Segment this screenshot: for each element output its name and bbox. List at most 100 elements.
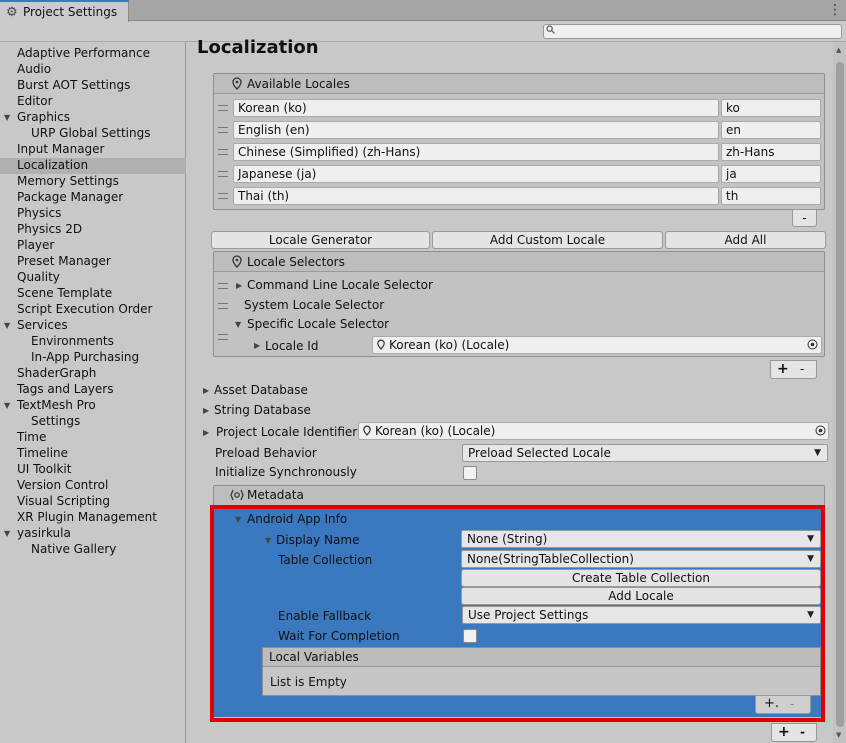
drag-handle-icon[interactable]	[218, 149, 228, 155]
scroll-up-icon[interactable]: ▲	[836, 46, 841, 54]
sidebar-item-player[interactable]: Player	[17, 237, 54, 253]
sidebar-item-native-gallery[interactable]: Native Gallery	[31, 541, 116, 557]
sidebar-item-input-manager[interactable]: Input Manager	[17, 141, 105, 157]
sidebar-item-adaptive-performance[interactable]: Adaptive Performance	[17, 45, 150, 61]
expand-graphics-icon[interactable]: ▼	[4, 114, 12, 122]
preload-behavior-value: Preload Selected Locale	[468, 446, 611, 460]
page-title: Localization	[197, 37, 319, 58]
sidebar-item-shadergraph[interactable]: ShaderGraph	[17, 365, 96, 381]
expand-yasirkula-icon[interactable]: ▼	[4, 530, 12, 538]
sidebar-item-package-manager[interactable]: Package Manager	[17, 189, 123, 205]
metadata-icon	[230, 488, 244, 502]
remove-metadata-button[interactable]: -	[800, 724, 805, 740]
expand-arrow-icon[interactable]: ▶	[203, 407, 211, 415]
sidebar-item-urp[interactable]: URP Global Settings	[31, 125, 150, 141]
drag-handle-icon[interactable]	[218, 105, 228, 111]
collapse-arrow-icon[interactable]: ▼	[235, 321, 243, 329]
drag-handle-icon[interactable]	[218, 171, 228, 177]
project-locale-identifier-label[interactable]: Project Locale Identifier	[216, 424, 357, 440]
object-picker-icon[interactable]	[815, 425, 826, 436]
drag-handle-icon[interactable]	[218, 193, 228, 199]
locale-code-field[interactable]: en	[721, 121, 821, 139]
sidebar-item-preset-manager[interactable]: Preset Manager	[17, 253, 111, 269]
project-locale-identifier-field[interactable]: Korean (ko) (Locale)	[358, 422, 829, 440]
object-picker-icon[interactable]	[807, 339, 818, 350]
tab-project-settings[interactable]: ⚙ Project Settings	[0, 0, 129, 22]
command-line-selector[interactable]: Command Line Locale Selector	[247, 277, 433, 293]
highlight-box	[210, 505, 825, 722]
metadata-title: Metadata	[247, 488, 304, 502]
sidebar-item-environments[interactable]: Environments	[31, 333, 114, 349]
sidebar-item-quality[interactable]: Quality	[17, 269, 60, 285]
preload-behavior-dropdown[interactable]: Preload Selected Locale ▼	[462, 444, 828, 462]
add-all-button[interactable]: Add All	[665, 231, 826, 249]
sidebar-item-tmp-settings[interactable]: Settings	[31, 413, 80, 429]
pin-icon	[363, 425, 371, 439]
sidebar-item-burst[interactable]: Burst AOT Settings	[17, 77, 130, 93]
drag-handle-icon[interactable]	[218, 127, 228, 133]
sidebar-item-graphics[interactable]: Graphics	[17, 109, 70, 125]
sidebar-item-time[interactable]: Time	[17, 429, 46, 445]
sidebar-item-textmesh[interactable]: TextMesh Pro	[17, 397, 96, 413]
expand-arrow-icon[interactable]: ▶	[236, 282, 244, 290]
add-selector-button[interactable]: +	[777, 361, 789, 377]
locale-code-field[interactable]: ja	[721, 165, 821, 183]
chevron-down-icon: ▼	[814, 448, 821, 458]
sidebar-item-services[interactable]: Services	[17, 317, 68, 333]
system-selector[interactable]: System Locale Selector	[244, 297, 384, 313]
locale-generator-button[interactable]: Locale Generator	[211, 231, 430, 249]
sidebar-item-visual-scripting[interactable]: Visual Scripting	[17, 493, 110, 509]
sidebar-item-editor[interactable]: Editor	[17, 93, 53, 109]
kebab-menu-icon[interactable]: ⋮	[828, 2, 842, 18]
locale-id-label: Locale Id	[265, 339, 319, 353]
sidebar-item-xr[interactable]: XR Plugin Management	[17, 509, 157, 525]
string-database-foldout[interactable]: String Database	[214, 402, 311, 418]
asset-database-foldout[interactable]: Asset Database	[214, 382, 308, 398]
expand-arrow-icon[interactable]: ▶	[203, 387, 211, 395]
locale-id-field[interactable]: Korean (ko) (Locale)	[372, 336, 822, 354]
sidebar-item-version-control[interactable]: Version Control	[17, 477, 108, 493]
sidebar-item-yasirkula[interactable]: yasirkula	[17, 525, 71, 541]
drag-handle-icon[interactable]	[218, 334, 228, 340]
expand-textmesh-icon[interactable]: ▼	[4, 402, 12, 410]
drag-handle-icon[interactable]	[218, 303, 228, 309]
locale-name-field[interactable]: Thai (th)	[233, 187, 719, 205]
locale-selectors-title: Locale Selectors	[247, 255, 345, 269]
locale-code-field[interactable]: ko	[721, 99, 821, 117]
locale-code-field[interactable]: th	[721, 187, 821, 205]
sidebar-item-audio[interactable]: Audio	[17, 61, 51, 77]
scrollbar-thumb[interactable]	[836, 62, 844, 727]
add-custom-locale-button[interactable]: Add Custom Locale	[432, 231, 663, 249]
expand-services-icon[interactable]: ▼	[4, 322, 12, 330]
add-metadata-button[interactable]: +	[778, 724, 790, 740]
drag-handle-icon[interactable]	[218, 283, 228, 289]
sidebar-item-physics[interactable]: Physics	[17, 205, 61, 221]
search-input[interactable]	[543, 24, 842, 39]
locale-name-field[interactable]: English (en)	[233, 121, 719, 139]
sidebar-item-localization[interactable]: Localization	[17, 157, 88, 173]
remove-selector-button[interactable]: -	[800, 361, 804, 377]
sidebar-item-memory[interactable]: Memory Settings	[17, 173, 119, 189]
pin-icon	[232, 255, 242, 271]
expand-arrow-icon[interactable]: ▶	[254, 342, 262, 350]
sidebar-item-physics-2d[interactable]: Physics 2D	[17, 221, 82, 237]
sidebar-item-iap[interactable]: In-App Purchasing	[31, 349, 139, 365]
sidebar: Adaptive Performance Audio Burst AOT Set…	[0, 42, 186, 743]
sidebar-item-timeline[interactable]: Timeline	[17, 445, 68, 461]
remove-locale-button[interactable]: -	[792, 209, 817, 227]
tab-title: Project Settings	[23, 5, 118, 19]
pin-icon	[377, 339, 385, 353]
expand-arrow-icon[interactable]: ▶	[203, 429, 211, 437]
locale-code-field[interactable]: zh-Hans	[721, 143, 821, 161]
sidebar-item-ui-toolkit[interactable]: UI Toolkit	[17, 461, 71, 477]
scroll-down-icon[interactable]: ▼	[836, 731, 841, 739]
sidebar-item-tags-layers[interactable]: Tags and Layers	[17, 381, 113, 397]
locale-name-field[interactable]: Korean (ko)	[233, 99, 719, 117]
locale-name-field[interactable]: Japanese (ja)	[233, 165, 719, 183]
preload-behavior-label: Preload Behavior	[215, 446, 317, 460]
sidebar-item-scene-template[interactable]: Scene Template	[17, 285, 112, 301]
specific-selector[interactable]: Specific Locale Selector	[247, 316, 389, 332]
init-sync-checkbox[interactable]	[463, 466, 477, 480]
locale-name-field[interactable]: Chinese (Simplified) (zh-Hans)	[233, 143, 719, 161]
sidebar-item-script-execution[interactable]: Script Execution Order	[17, 301, 152, 317]
